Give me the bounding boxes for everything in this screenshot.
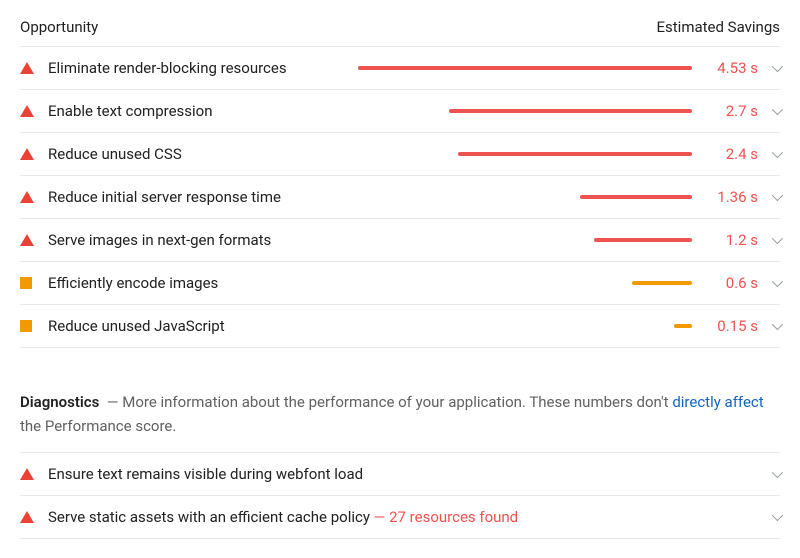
savings-value: 1.2 s xyxy=(704,231,758,249)
warning-square-icon xyxy=(20,320,32,332)
opportunity-label: Eliminate render-blocking resources xyxy=(48,59,287,77)
chevron-down-icon xyxy=(772,61,783,72)
chevron-down-icon xyxy=(772,510,783,521)
savings-bar-track xyxy=(230,281,692,285)
opportunity-label: Reduce unused CSS xyxy=(48,145,182,163)
diagnostic-row[interactable]: Serve static assets with an efficient ca… xyxy=(20,496,780,539)
error-triangle-icon xyxy=(20,234,48,246)
diagnostics-dash: — xyxy=(107,393,119,411)
diagnostics-title: Diagnostics xyxy=(20,393,99,411)
savings-bar-track xyxy=(225,109,693,113)
opportunity-row[interactable]: Efficiently encode images 0.6 s xyxy=(20,262,780,305)
expand-toggle[interactable] xyxy=(758,470,780,478)
opportunities-list: Eliminate render-blocking resources 4.53 … xyxy=(20,47,780,348)
diagnostic-row[interactable]: Ensure text remains visible during webfo… xyxy=(20,453,780,496)
chevron-down-icon xyxy=(772,467,783,478)
opportunities-header: Opportunity Estimated Savings xyxy=(20,12,780,47)
expand-toggle[interactable] xyxy=(758,236,780,244)
error-triangle-icon xyxy=(20,105,34,117)
savings-bar-fill xyxy=(674,324,692,328)
opportunity-row[interactable]: Enable text compression 2.7 s xyxy=(20,90,780,133)
diagnostics-link[interactable]: directly affect xyxy=(672,393,763,411)
opportunity-label: Reduce unused JavaScript xyxy=(48,317,225,335)
savings-value: 0.6 s xyxy=(704,274,758,292)
diagnostic-label: Ensure text remains visible during webfo… xyxy=(48,465,758,483)
savings-bar-fill xyxy=(449,109,692,113)
savings-bar-track xyxy=(293,195,692,199)
chevron-down-icon xyxy=(772,276,783,287)
warning-square-icon xyxy=(20,320,48,332)
expand-toggle[interactable] xyxy=(758,193,780,201)
savings-value: 1.36 s xyxy=(704,188,758,206)
opportunity-row[interactable]: Serve images in next-gen formats 1.2 s xyxy=(20,219,780,262)
opportunity-label: Serve images in next-gen formats xyxy=(48,231,271,249)
error-triangle-icon xyxy=(20,511,34,523)
expand-toggle[interactable] xyxy=(758,150,780,158)
error-triangle-icon xyxy=(20,148,34,160)
error-triangle-icon xyxy=(20,62,34,74)
header-opportunity: Opportunity xyxy=(20,18,98,36)
error-triangle-icon xyxy=(20,148,48,160)
error-triangle-icon xyxy=(20,191,48,203)
header-estimated-savings: Estimated Savings xyxy=(657,18,781,36)
expand-toggle[interactable] xyxy=(758,107,780,115)
expand-toggle[interactable] xyxy=(758,64,780,72)
diagnostics-header: Diagnostics — More information about the… xyxy=(20,390,780,453)
chevron-down-icon xyxy=(772,147,783,158)
error-triangle-icon xyxy=(20,191,34,203)
diagnostics-list: Ensure text remains visible during webfo… xyxy=(20,453,780,539)
diagnostic-text: Serve static assets with an efficient ca… xyxy=(48,508,370,526)
savings-bar-fill xyxy=(580,195,692,199)
savings-bar-track xyxy=(237,324,692,328)
savings-value: 2.4 s xyxy=(704,145,758,163)
expand-toggle[interactable] xyxy=(758,513,780,521)
error-triangle-icon xyxy=(20,62,48,74)
opportunity-label: Enable text compression xyxy=(48,102,213,120)
savings-value: 2.7 s xyxy=(704,102,758,120)
savings-bar-track xyxy=(194,152,692,156)
error-triangle-icon xyxy=(20,105,48,117)
diagnostics-desc-2: the Performance score. xyxy=(20,417,176,435)
chevron-down-icon xyxy=(772,104,783,115)
diagnostic-extra: — 27 resources found xyxy=(374,508,518,526)
error-triangle-icon xyxy=(20,511,48,523)
expand-toggle[interactable] xyxy=(758,322,780,330)
opportunity-row[interactable]: Reduce unused CSS 2.4 s xyxy=(20,133,780,176)
opportunity-label: Efficiently encode images xyxy=(48,274,218,292)
error-triangle-icon xyxy=(20,468,34,480)
diagnostics-section: Diagnostics — More information about the… xyxy=(20,390,780,539)
opportunity-row[interactable]: Eliminate render-blocking resources 4.53 … xyxy=(20,47,780,90)
savings-value: 0.15 s xyxy=(704,317,758,335)
savings-bar-fill xyxy=(632,281,692,285)
savings-bar-fill xyxy=(594,238,692,242)
diagnostic-text: Ensure text remains visible during webfo… xyxy=(48,465,363,483)
savings-bar-fill xyxy=(358,66,692,70)
opportunity-label: Reduce initial server response time xyxy=(48,188,281,206)
diagnostics-desc-1: More information about the performance o… xyxy=(122,393,672,411)
savings-bar-track xyxy=(283,238,692,242)
savings-value: 4.53 s xyxy=(704,59,758,77)
savings-bar-fill xyxy=(458,152,692,156)
chevron-down-icon xyxy=(772,233,783,244)
opportunity-row[interactable]: Reduce unused JavaScript 0.15 s xyxy=(20,305,780,348)
diagnostic-label: Serve static assets with an efficient ca… xyxy=(48,508,758,526)
opportunity-row[interactable]: Reduce initial server response time 1.36 … xyxy=(20,176,780,219)
warning-square-icon xyxy=(20,277,32,289)
error-triangle-icon xyxy=(20,234,34,246)
savings-bar-track xyxy=(299,66,692,70)
expand-toggle[interactable] xyxy=(758,279,780,287)
error-triangle-icon xyxy=(20,468,48,480)
chevron-down-icon xyxy=(772,190,783,201)
warning-square-icon xyxy=(20,277,48,289)
chevron-down-icon xyxy=(772,319,783,330)
